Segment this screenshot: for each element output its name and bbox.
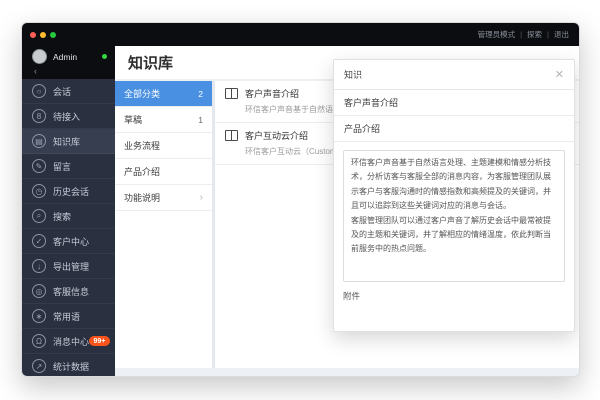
sidebar-item-customer-center[interactable]: ✓ 客户中心 [22, 229, 115, 254]
sidebar-item-search[interactable]: ⌕ 搜索 [22, 204, 115, 229]
sidebar-item-agent-info[interactable]: ◎ 客服信息 [22, 279, 115, 304]
zoom-window-icon[interactable] [50, 32, 56, 38]
sidebar: Admin ‹ ○ 会话 8 待接入 ▤ 知识库 ✎ 留言 ◷ [22, 46, 115, 376]
sidebar-nav: ○ 会话 8 待接入 ▤ 知识库 ✎ 留言 ◷ 历史会话 ⌕ 搜索 [22, 79, 115, 377]
customer-icon: ✓ [32, 234, 46, 248]
panel-title: 知识 [344, 68, 362, 81]
panel-item-customer-voice[interactable]: 客户声音介绍 [334, 90, 574, 116]
category-list: 全部分类 2 草稿 1 业务流程 产品介绍 功能说明 › [115, 81, 215, 368]
sidebar-item-knowledge-base[interactable]: ▤ 知识库 [22, 129, 115, 154]
headset-icon: ◎ [32, 284, 46, 298]
window-titlebar: 管理员模式 | 探索 | 退出 [22, 23, 579, 46]
category-count: 1 [198, 115, 203, 125]
sidebar-item-conversations[interactable]: ○ 会话 [22, 79, 115, 104]
chart-icon: ↗ [32, 359, 46, 373]
category-feature-description[interactable]: 功能说明 › [115, 185, 212, 211]
page-title: 知识库 [128, 52, 173, 73]
article-body-textbox[interactable]: 环信客户声音基于自然语言处理、主题建模和情感分析技术，分析访客与客服全部的消息内… [343, 150, 565, 282]
close-window-icon[interactable] [30, 32, 36, 38]
notifications-badge: 99+ [89, 336, 110, 346]
sidebar-collapse-button[interactable]: ‹ [34, 66, 107, 76]
avatar[interactable] [32, 49, 47, 64]
sidebar-item-export[interactable]: ↓ 导出管理 [22, 254, 115, 279]
panel-item-product-intro[interactable]: 产品介绍 [334, 116, 574, 142]
user-name: Admin [53, 52, 77, 62]
clock-icon: ◷ [32, 184, 46, 198]
knowledge-detail-panel: 知识 ✕ 客户声音介绍 产品介绍 环信客户声音基于自然语言处理、主题建模和情感分… [333, 59, 575, 332]
chevron-right-icon: › [200, 192, 203, 203]
book-icon: ▤ [32, 134, 46, 148]
category-drafts[interactable]: 草稿 1 [115, 107, 212, 133]
category-all[interactable]: 全部分类 2 [115, 81, 212, 107]
asterisk-icon: ∗ [32, 309, 46, 323]
sidebar-item-history[interactable]: ◷ 历史会话 [22, 179, 115, 204]
topbar-links: 管理员模式 | 探索 | 退出 [478, 29, 569, 40]
online-status-dot [102, 54, 107, 59]
link-separator: | [520, 30, 522, 39]
category-count: 2 [198, 89, 203, 99]
window-controls [30, 32, 56, 38]
panel-header: 知识 ✕ [334, 60, 574, 90]
search-icon: ⌕ [32, 209, 46, 223]
queue-icon: 8 [32, 109, 46, 123]
attachments-label: 附件 [343, 290, 565, 302]
minimize-window-icon[interactable] [40, 32, 46, 38]
admin-mode-link[interactable]: 管理员模式 [478, 29, 516, 40]
close-icon[interactable]: ✕ [555, 68, 564, 81]
app-window: 管理员模式 | 探索 | 退出 Admin ‹ ○ 会话 8 待接入 [21, 22, 580, 377]
sidebar-item-messages[interactable]: ✎ 留言 [22, 154, 115, 179]
explore-link[interactable]: 探索 [527, 29, 542, 40]
link-separator: | [547, 30, 549, 39]
sidebar-item-notifications[interactable]: Ω 消息中心 99+ [22, 329, 115, 354]
sidebar-item-common-phrases[interactable]: ∗ 常用语 [22, 304, 115, 329]
user-row: Admin [32, 47, 107, 66]
pencil-icon: ✎ [32, 159, 46, 173]
bell-icon: Ω [32, 334, 46, 348]
book-icon [225, 88, 238, 99]
category-business-process[interactable]: 业务流程 [115, 133, 212, 159]
chat-icon: ○ [32, 84, 46, 98]
category-product-intro[interactable]: 产品介绍 [115, 159, 212, 185]
book-icon [225, 130, 238, 141]
sidebar-item-queue[interactable]: 8 待接入 [22, 104, 115, 129]
sidebar-item-statistics[interactable]: ↗ 统计数据 [22, 354, 115, 377]
logout-link[interactable]: 退出 [554, 29, 569, 40]
download-icon: ↓ [32, 259, 46, 273]
sidebar-user-header: Admin ‹ [22, 46, 115, 79]
